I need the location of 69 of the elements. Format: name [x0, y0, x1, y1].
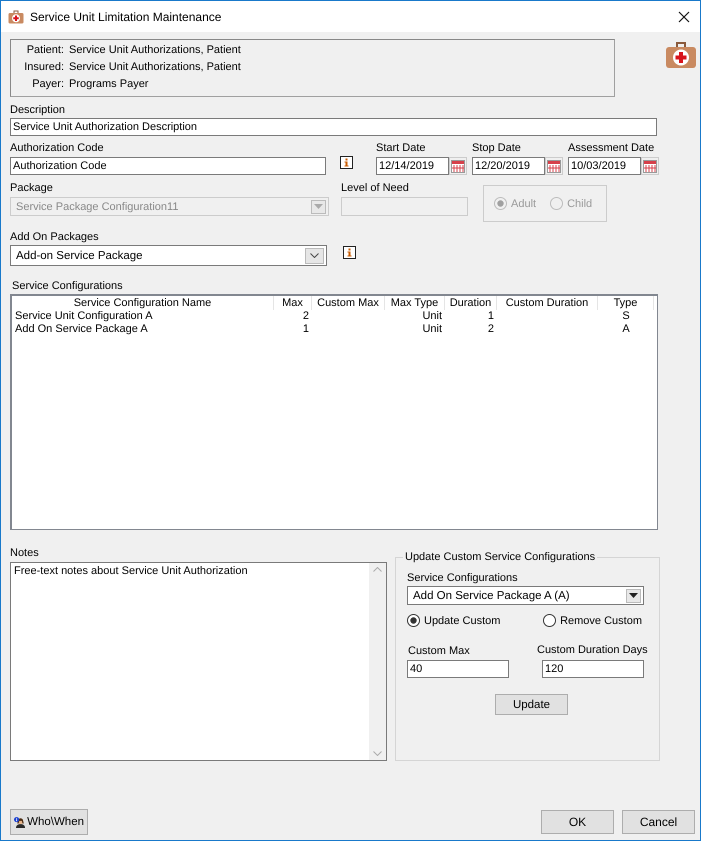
radio-label: Child	[567, 198, 592, 210]
column-header[interactable]: Custom Max	[312, 296, 385, 310]
field-label: Stop Date	[472, 141, 522, 155]
field-label: Authorization Code	[10, 141, 105, 155]
radio-button[interactable]	[543, 614, 556, 627]
field-label: Custom Duration Days	[537, 643, 648, 657]
service-configuration-dropdown[interactable]: Add On Service Package A (A)	[407, 586, 644, 605]
section-label: Service Configurations	[12, 279, 124, 293]
calendar-icon[interactable]	[451, 160, 465, 172]
column-header[interactable]: Service Configuration Name	[12, 296, 274, 310]
calendar-icon[interactable]	[547, 160, 561, 172]
update-button[interactable]: Update	[495, 694, 568, 715]
custom-max-field[interactable]: 40	[407, 660, 509, 678]
field-label: Package	[10, 181, 54, 195]
table-cell-text: 2	[486, 323, 495, 336]
medical-kit-icon	[665, 39, 697, 69]
caret-icon	[629, 593, 638, 598]
info-value: Programs Payer	[69, 78, 150, 90]
caret-icon	[314, 204, 323, 209]
medical-kit-icon	[8, 9, 24, 24]
chevron-down-icon	[310, 253, 319, 258]
dialog-button[interactable]: OK	[541, 810, 614, 834]
info-value: Service Unit Authorizations, Patient	[69, 61, 242, 73]
radio-label: Update Custom	[424, 614, 500, 626]
table-cell-text: Service Unit Configuration A	[14, 310, 154, 323]
info-icon[interactable]	[343, 246, 356, 259]
field-label: Custom Max	[408, 644, 471, 658]
table-cell-text: S	[621, 310, 631, 323]
table-cell-text: 1	[302, 323, 310, 336]
field-label: Description	[10, 103, 66, 117]
radio-label: Adult	[511, 198, 536, 210]
date-field[interactable]: 10/03/2019	[568, 157, 641, 175]
close-icon[interactable]	[678, 10, 690, 22]
calendar-icon[interactable]	[643, 160, 657, 172]
table-cell-text: Unit	[421, 310, 443, 323]
date-field[interactable]: 12/20/2019	[472, 157, 545, 175]
add-on-packages-dropdown[interactable]: Add-on Service Package	[10, 245, 327, 266]
description-field[interactable]: Service Unit Authorization Description	[10, 118, 657, 136]
field-label: Assessment Date	[568, 141, 656, 155]
table-cell-text: 2	[302, 310, 310, 323]
info-label: Payer:	[31, 78, 64, 90]
column-header[interactable]: Max	[274, 296, 312, 310]
info-label: Insured:	[23, 61, 64, 73]
window-title: Service Unit Limitation Maintenance	[30, 10, 222, 24]
table-cell-text: 1	[486, 310, 495, 323]
column-header[interactable]: Custom Duration	[497, 296, 598, 310]
info-value: Service Unit Authorizations, Patient	[69, 44, 242, 56]
field-label: Service Configurations	[407, 571, 519, 585]
field-label: Add On Packages	[10, 230, 100, 244]
authorization-code-field[interactable]: Authorization Code	[10, 157, 326, 175]
column-header[interactable]: Duration	[445, 296, 497, 310]
info-icon[interactable]	[340, 156, 353, 169]
field-label: Level of Need	[341, 181, 410, 195]
radio-button[interactable]	[407, 614, 420, 627]
table-cell-text: A	[621, 323, 631, 336]
dialog-button[interactable]: Cancel	[622, 810, 695, 834]
group-title: Update Custom Service Configurations	[404, 551, 596, 563]
field-label: Notes	[10, 546, 40, 560]
column-header[interactable]: Type	[598, 296, 654, 310]
info-label: Patient:	[26, 44, 64, 56]
notes-field[interactable]: Free-text notes about Service Unit Authorization	[10, 562, 387, 761]
date-field[interactable]: 12/14/2019	[376, 157, 449, 175]
table-cell-text: Unit	[421, 323, 443, 336]
column-header[interactable]: Max Type	[385, 296, 445, 310]
field-label: Start Date	[376, 141, 427, 155]
custom-duration-field[interactable]: 120	[542, 660, 644, 678]
radio-label: Remove Custom	[560, 614, 642, 626]
who-when-button[interactable]: Who\When	[10, 809, 88, 835]
table-cell-text: Add On Service Package A	[14, 323, 149, 336]
